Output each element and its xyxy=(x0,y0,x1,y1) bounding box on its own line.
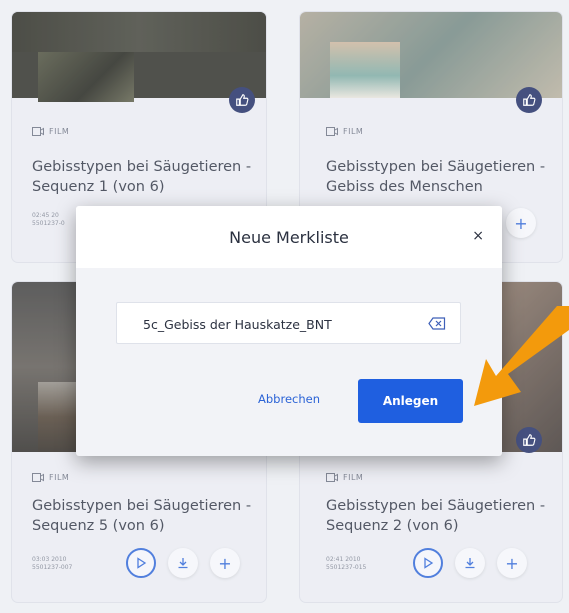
arrow-annotation xyxy=(474,306,569,406)
new-list-dialog: Neue Merkliste × Abbrechen Anlegen xyxy=(76,206,502,456)
cancel-button[interactable]: Abbrechen xyxy=(258,392,320,406)
list-name-field[interactable] xyxy=(116,302,461,344)
create-button[interactable]: Anlegen xyxy=(358,379,463,423)
list-name-input[interactable] xyxy=(141,313,425,335)
close-icon[interactable]: × xyxy=(472,228,484,244)
dialog-title: Neue Merkliste xyxy=(229,228,349,247)
dialog-header: Neue Merkliste × xyxy=(76,206,502,268)
backspace-icon[interactable] xyxy=(428,317,446,330)
